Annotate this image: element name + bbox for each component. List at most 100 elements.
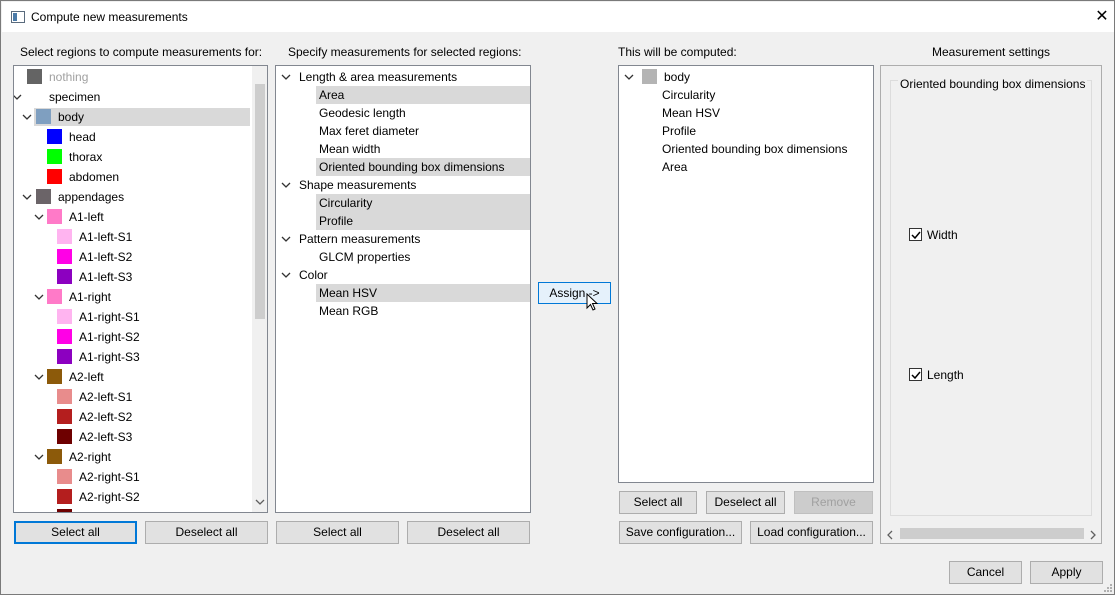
region-label: A1-right-S2 — [79, 330, 140, 344]
remove-button[interactable]: Remove — [794, 491, 873, 514]
measurements-deselect-all-button[interactable]: Deselect all — [407, 521, 530, 544]
settings-header: Measurement settings — [932, 45, 1051, 59]
region-label: A2-right — [69, 450, 112, 464]
cancel-button[interactable]: Cancel — [949, 561, 1022, 584]
mouse-cursor-icon — [586, 292, 600, 316]
computed-item[interactable]: Circularity — [662, 86, 715, 104]
color-swatch — [57, 409, 72, 424]
measurement-item[interactable]: Circularity — [316, 194, 530, 212]
measurement-item[interactable]: Max feret diameter — [316, 122, 530, 140]
region-label: A1-left-S2 — [79, 250, 133, 264]
computed-item[interactable]: Area — [662, 158, 687, 176]
color-swatch — [47, 149, 62, 164]
region-label: abdomen — [69, 170, 120, 184]
color-swatch — [57, 389, 72, 404]
computed-region-label[interactable]: body — [664, 68, 690, 86]
color-swatch — [57, 309, 72, 324]
chevron-down-icon[interactable] — [281, 181, 291, 191]
regions-header: Select regions to compute measurements f… — [20, 45, 263, 59]
scroll-right-icon[interactable] — [1089, 529, 1097, 543]
computed-header: This will be computed: — [618, 45, 737, 59]
title-bar: Compute new measurements ✕ — [2, 2, 1114, 32]
region-label: A2-left-S3 — [79, 430, 133, 444]
measurements-select-all-button[interactable]: Select all — [276, 521, 399, 544]
scroll-left-icon[interactable] — [886, 529, 894, 543]
region-label: A1-right — [69, 290, 112, 304]
measurement-group-label[interactable]: Length & area measurements — [299, 68, 457, 86]
regions-scroll-thumb[interactable] — [255, 84, 265, 319]
computed-item[interactable]: Oriented bounding box dimensions — [662, 140, 847, 158]
region-label: A1-left — [69, 210, 104, 224]
measurement-item[interactable]: Profile — [316, 212, 530, 230]
color-swatch — [36, 189, 51, 204]
color-swatch — [57, 349, 72, 364]
chevron-down-icon[interactable] — [14, 93, 22, 103]
close-icon[interactable]: ✕ — [1092, 6, 1112, 28]
dialog-window: Compute new measurements ✕ Select region… — [0, 0, 1115, 595]
region-label: A2-left-S2 — [79, 410, 133, 424]
color-swatch — [57, 329, 72, 344]
regions-scrollbar[interactable] — [252, 66, 267, 512]
computed-select-all-button[interactable]: Select all — [619, 491, 697, 514]
region-label: body — [58, 110, 85, 124]
computed-item[interactable]: Mean HSV — [662, 104, 720, 122]
region-label: A1-right-S3 — [79, 350, 140, 364]
computed-item[interactable]: Profile — [662, 122, 696, 140]
color-swatch — [47, 369, 62, 384]
settings-hscroll-thumb[interactable] — [900, 528, 1084, 539]
chevron-down-icon[interactable] — [34, 453, 44, 463]
measurement-item[interactable]: Mean RGB — [316, 302, 530, 320]
scroll-down-icon[interactable] — [255, 498, 265, 508]
chevron-down-icon[interactable] — [281, 235, 291, 245]
chevron-down-icon[interactable] — [22, 193, 32, 203]
settings-panel: Oriented bounding box dimensions Width L… — [880, 65, 1102, 544]
region-label: A2-left — [69, 370, 104, 384]
chevron-down-icon[interactable] — [281, 271, 291, 281]
region-label: A2-right-S3 — [79, 508, 140, 512]
chevron-down-icon[interactable] — [34, 293, 44, 303]
measurement-group-label[interactable]: Color — [299, 266, 328, 284]
region-label: thorax — [69, 150, 103, 164]
apply-button[interactable]: Apply — [1030, 561, 1103, 584]
load-configuration-button[interactable]: Load configuration... — [750, 521, 873, 544]
color-swatch — [642, 69, 657, 84]
regions-deselect-all-button[interactable]: Deselect all — [145, 521, 268, 544]
region-label: specimen — [49, 90, 101, 104]
chevron-down-icon[interactable] — [281, 73, 291, 83]
window-icon — [11, 11, 25, 23]
chevron-down-icon[interactable] — [34, 213, 44, 223]
width-checkbox[interactable] — [909, 228, 922, 241]
region-label: head — [69, 130, 96, 144]
measurement-item[interactable]: Mean width — [316, 140, 530, 158]
measurement-item[interactable]: Oriented bounding box dimensions — [316, 158, 530, 176]
color-swatch — [57, 269, 72, 284]
measurement-item[interactable]: Area — [316, 86, 530, 104]
resize-grip-icon[interactable] — [1101, 581, 1113, 595]
measurement-item[interactable]: GLCM properties — [316, 248, 530, 266]
measurements-tree[interactable]: Length & area measurements Area Geodesic l… — [275, 65, 531, 513]
computed-deselect-all-button[interactable]: Deselect all — [706, 491, 785, 514]
color-swatch — [47, 169, 62, 184]
length-checkbox[interactable] — [909, 368, 922, 381]
measurement-item[interactable]: Geodesic length — [316, 104, 530, 122]
measurement-group-label[interactable]: Pattern measurements — [299, 230, 420, 248]
color-swatch — [57, 429, 72, 444]
chevron-down-icon[interactable] — [22, 113, 32, 123]
measurement-item[interactable]: Mean HSV — [316, 284, 530, 302]
color-swatch — [57, 509, 72, 512]
color-swatch — [57, 249, 72, 264]
color-swatch — [47, 129, 62, 144]
window-title: Compute new measurements — [31, 10, 188, 24]
color-swatch — [47, 289, 62, 304]
save-configuration-button[interactable]: Save configuration... — [619, 521, 742, 544]
settings-group-title: Oriented bounding box dimensions — [898, 77, 1088, 91]
computed-tree[interactable]: body Circularity Mean HSV Profile Oriented b… — [618, 65, 874, 483]
settings-hscrollbar[interactable] — [882, 525, 1100, 542]
chevron-down-icon[interactable] — [34, 373, 44, 383]
regions-select-all-button[interactable]: Select all — [14, 521, 137, 544]
chevron-down-icon[interactable] — [624, 73, 634, 83]
assign-button[interactable]: Assign -> — [538, 282, 611, 304]
regions-tree[interactable]: nothing specimen body head thorax abdomen appe… — [13, 65, 268, 513]
color-swatch — [57, 229, 72, 244]
measurement-group-label[interactable]: Shape measurements — [299, 176, 416, 194]
